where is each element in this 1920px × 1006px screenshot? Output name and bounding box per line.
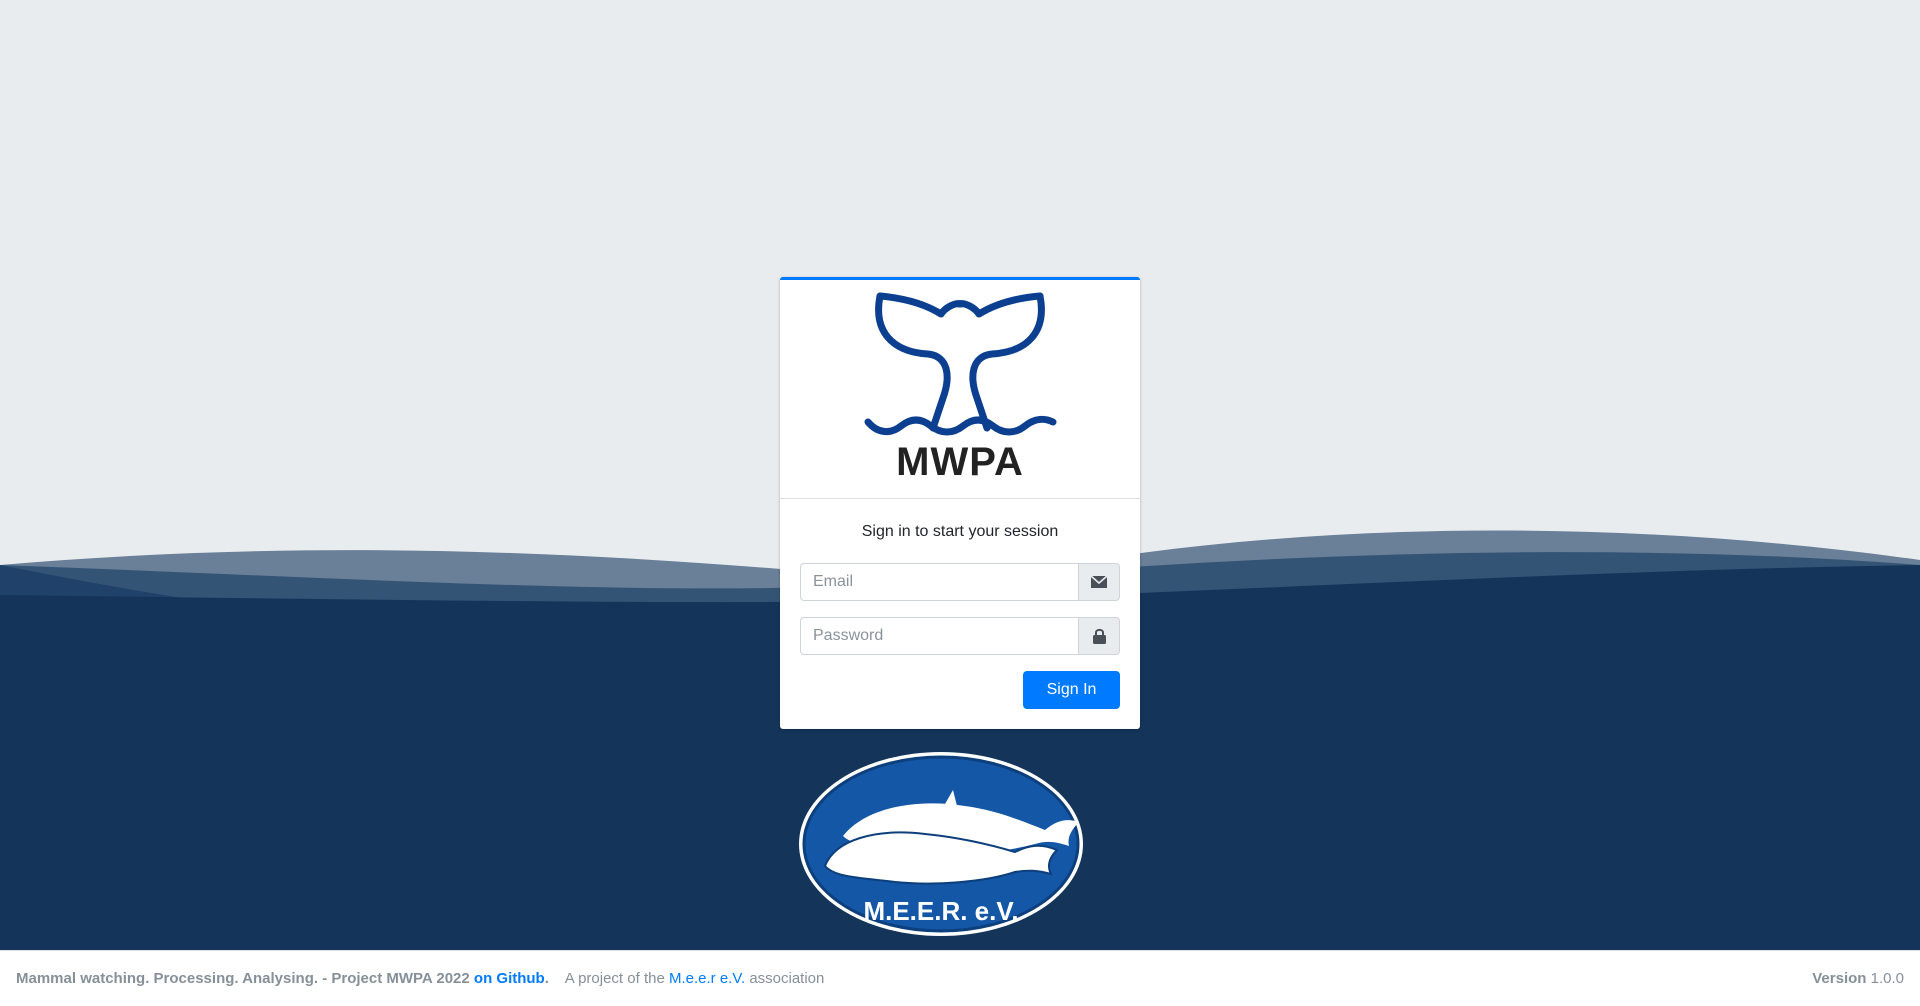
login-card-body: Sign in to start your session Email Sign… [780, 499, 1140, 729]
footer-project-prefix: A project of the [564, 970, 665, 987]
password-addon [1078, 617, 1120, 655]
lock-icon [1092, 628, 1106, 644]
meer-association-logo: M.E.E.R. e.V. [799, 752, 1083, 936]
footer-project-suffix: association [749, 970, 825, 987]
email-field[interactable] [800, 563, 1078, 601]
footer-left: Mammal watching. Processing. Analysing. … [16, 970, 824, 987]
envelope-icon [1091, 576, 1107, 588]
password-input-group [800, 617, 1120, 655]
version-label: Version [1812, 970, 1867, 987]
brand-name: MWPA [896, 440, 1024, 484]
footer-right: Version 1.0.0 [1812, 970, 1904, 987]
login-card-header: MWPA [780, 280, 1140, 499]
whale-tail-icon [864, 292, 1057, 436]
version-value: 1.0.0 [1870, 970, 1904, 987]
login-page: MWPA Sign in to start your session Email… [0, 0, 1920, 1006]
page-footer: Mammal watching. Processing. Analysing. … [0, 950, 1920, 1006]
footer-tagline: Mammal watching. Processing. Analysing. … [16, 970, 470, 987]
footer-period: . [544, 970, 549, 987]
login-message: Sign in to start your session [861, 523, 1059, 540]
login-card: MWPA Sign in to start your session Email… [780, 277, 1140, 729]
sign-in-button[interactable]: Sign In [1023, 671, 1120, 709]
github-link[interactable]: on Github [474, 970, 545, 987]
login-form: Sign In [800, 563, 1120, 709]
email-addon [1078, 563, 1120, 601]
submit-row: Sign In [800, 671, 1120, 709]
email-input-group [800, 563, 1120, 601]
meer-logo-text: M.E.E.R. e.V. [863, 896, 1018, 926]
association-link[interactable]: M.e.e.r e.V. [669, 970, 745, 987]
password-field[interactable] [800, 617, 1078, 655]
